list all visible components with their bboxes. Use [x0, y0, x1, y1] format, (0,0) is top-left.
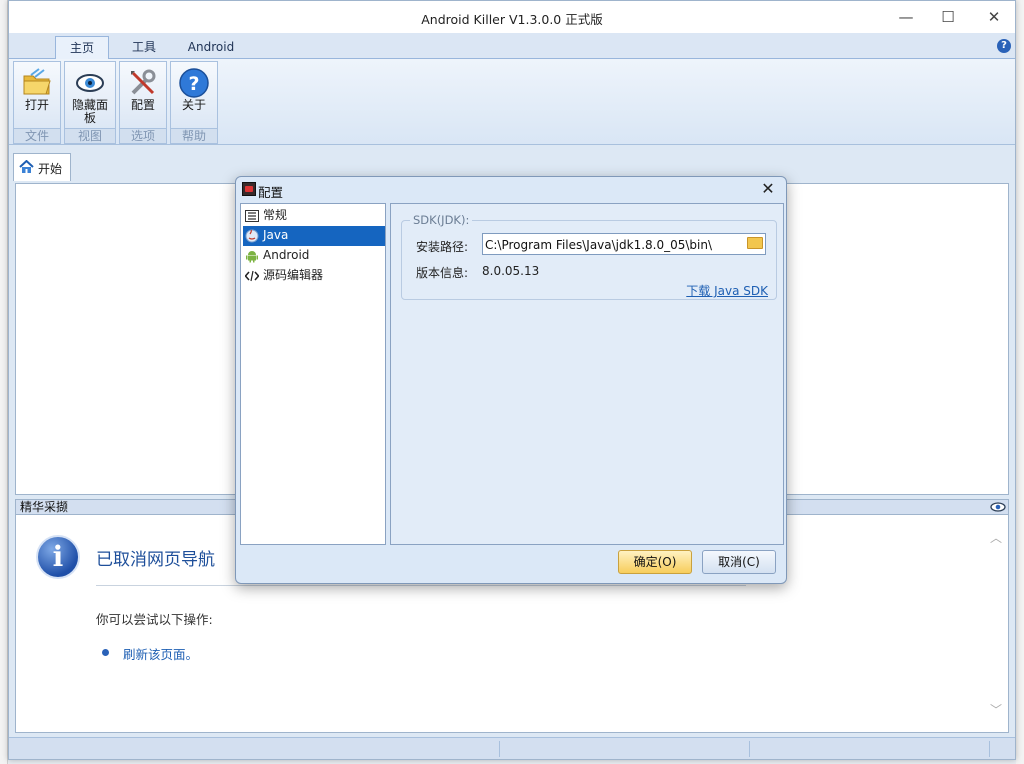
svg-text:?: ?	[188, 73, 199, 95]
help-icon: ?	[178, 67, 210, 99]
scroll-up-icon[interactable]: ︿	[990, 529, 1002, 546]
title-bar: Android Killer V1.3.0.0 正式版 — ☐ ✕	[9, 1, 1015, 33]
config-label: 配置	[130, 98, 155, 112]
folder-open-icon	[21, 67, 53, 99]
sdk-group-label: SDK(JDK):	[410, 213, 473, 227]
list-icon	[245, 210, 259, 222]
bullet-icon	[102, 649, 109, 656]
group-options: 选项	[119, 128, 167, 144]
status-bar	[9, 737, 1015, 759]
open-button[interactable]: 打开	[13, 61, 61, 128]
code-icon	[245, 270, 259, 282]
java-config-pane: SDK(JDK): 安装路径: 版本信息: 8.0.05.13 下载 Java …	[390, 203, 784, 545]
tree-item-android[interactable]: Android	[243, 246, 385, 266]
group-file: 文件	[13, 128, 61, 144]
config-dialog: 配置 ✕ 常规 Java Android 源码编辑器 SDK(JDK): 安装路…	[235, 176, 787, 584]
info-icon: i	[36, 535, 80, 579]
nav-canceled-description: 你可以尝试以下操作:	[96, 612, 213, 627]
dialog-title: 配置	[258, 185, 284, 200]
tab-home[interactable]: 主页	[55, 36, 109, 59]
hide-panel-button[interactable]: 隐藏面板	[64, 61, 116, 128]
tree-item-general[interactable]: 常规	[243, 206, 385, 226]
help-icon[interactable]: ?	[997, 39, 1011, 53]
maximize-button[interactable]: ☐	[925, 3, 971, 31]
ribbon-tab-row: 主页 工具 Android ?	[9, 33, 1015, 59]
tab-start[interactable]: 开始	[13, 153, 71, 181]
status-divider	[749, 741, 750, 757]
about-label: 关于	[181, 98, 206, 112]
version-value: 8.0.05.13	[482, 264, 540, 278]
divider	[96, 585, 746, 586]
tab-tools[interactable]: 工具	[117, 36, 171, 59]
open-label: 打开	[24, 98, 49, 112]
download-java-sdk-link[interactable]: 下载 Java SDK	[686, 282, 768, 299]
window-title: Android Killer V1.3.0.0 正式版	[421, 12, 603, 27]
hide-panel-label: 隐藏面板	[71, 98, 108, 125]
refresh-page-link[interactable]: 刷新该页面。	[123, 644, 198, 663]
eye-icon[interactable]	[990, 502, 1006, 512]
tab-start-label: 开始	[38, 162, 63, 176]
install-path-label: 安装路径:	[416, 240, 469, 254]
home-icon	[19, 160, 34, 173]
version-label: 版本信息:	[416, 266, 469, 280]
tab-android[interactable]: Android	[179, 36, 243, 59]
status-divider	[499, 741, 500, 757]
cancel-button[interactable]: 取消(C)	[702, 550, 776, 574]
eye-icon	[74, 67, 106, 99]
group-view: 视图	[64, 128, 116, 144]
browse-folder-icon[interactable]	[747, 237, 763, 249]
scroll-down-icon[interactable]: ﹀	[990, 701, 1002, 718]
java-icon	[245, 229, 259, 243]
ok-button[interactable]: 确定(O)	[618, 550, 692, 574]
dialog-close-button[interactable]: ✕	[758, 179, 778, 198]
panel-title: 精华采撷	[20, 500, 69, 514]
app-icon	[242, 182, 256, 196]
minimize-button[interactable]: —	[883, 3, 929, 31]
close-button[interactable]: ✕	[971, 3, 1017, 31]
tools-icon	[127, 67, 159, 99]
config-button[interactable]: 配置	[119, 61, 167, 128]
nav-canceled-title: 已取消网页导航	[96, 550, 215, 570]
tree-item-source-editor[interactable]: 源码编辑器	[243, 266, 385, 286]
android-icon	[246, 251, 258, 263]
sdk-group: SDK(JDK): 安装路径: 版本信息: 8.0.05.13 下载 Java …	[401, 213, 777, 300]
tree-item-java[interactable]: Java	[243, 226, 385, 246]
config-category-tree: 常规 Java Android 源码编辑器	[240, 203, 386, 545]
status-divider	[989, 741, 990, 757]
install-path-input[interactable]	[482, 233, 766, 255]
background-window-left	[0, 0, 8, 764]
ribbon: 打开 隐藏面板 配置 ? 关于 文件 视图 选项 帮助	[9, 59, 1015, 145]
group-help: 帮助	[170, 128, 218, 144]
about-button[interactable]: ? 关于	[170, 61, 218, 128]
background-window-right	[1016, 0, 1024, 764]
